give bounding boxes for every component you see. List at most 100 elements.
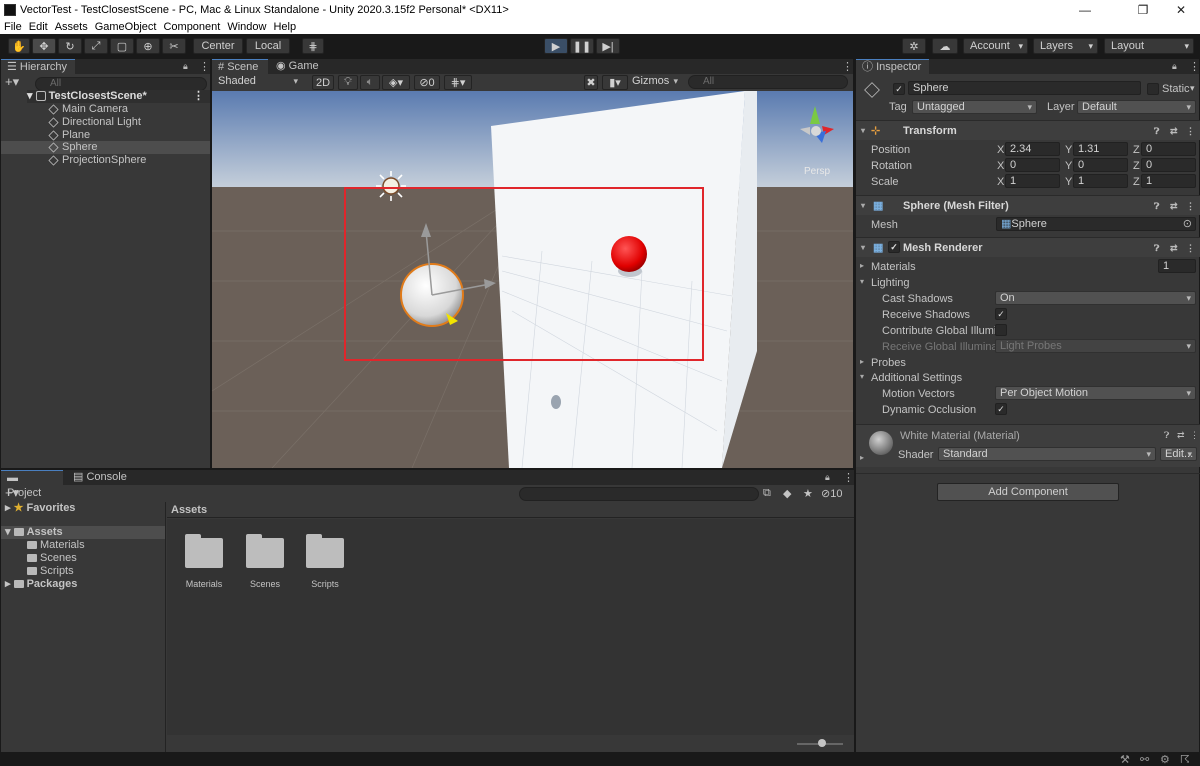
mesh-renderer-enabled-checkbox[interactable]: ✓: [888, 241, 900, 253]
object-picker-icon[interactable]: ⊙: [1183, 218, 1192, 230]
zoom-slider-handle[interactable]: [818, 739, 826, 747]
pause-button[interactable]: ❚❚: [570, 38, 594, 54]
asset-folder-materials[interactable]: Materials: [179, 534, 229, 594]
additional-foldout-icon[interactable]: ▾: [860, 372, 864, 381]
draw-mode-dropdown[interactable]: Shaded: [214, 75, 302, 89]
motion-vectors-dropdown[interactable]: Per Object Motion: [995, 386, 1196, 400]
contribute-gi-checkbox[interactable]: [995, 324, 1007, 336]
scene-root-row[interactable]: ▾ TestClosestScene* ⋮: [27, 90, 210, 103]
tree-folder-scenes[interactable]: Scenes: [27, 552, 77, 565]
foldout-arrow-icon[interactable]: ▾: [861, 243, 865, 252]
asset-folder-scenes[interactable]: Scenes: [240, 534, 290, 594]
preset-icon[interactable]: ⇄: [1177, 430, 1185, 441]
asset-folder-scripts[interactable]: Scripts: [300, 534, 350, 594]
tree-folder-scripts[interactable]: Scripts: [27, 565, 74, 578]
collab-icon[interactable]: ✲: [902, 38, 926, 54]
preset-icon[interactable]: ⇄: [1170, 243, 1178, 254]
project-search-input[interactable]: [519, 487, 759, 501]
foldout-arrow-icon[interactable]: ▾: [861, 201, 865, 210]
menu-file[interactable]: File: [0, 21, 25, 33]
red-sphere[interactable]: [611, 236, 647, 272]
rotation-x-field[interactable]: 0: [1005, 158, 1060, 172]
menu-window[interactable]: Window: [223, 21, 269, 33]
component-kebab-icon[interactable]: ⋮: [1186, 126, 1195, 137]
minimize-button[interactable]: —: [1062, 0, 1108, 19]
hierarchy-search-input[interactable]: All: [35, 77, 207, 91]
persp-label[interactable]: Persp: [804, 166, 831, 177]
mesh-filter-header[interactable]: ▾ ▦ Sphere (Mesh Filter) ❓︎ ⇄ ⋮: [856, 195, 1200, 215]
layout-dropdown[interactable]: Layout: [1104, 38, 1194, 54]
rotation-y-field[interactable]: 0: [1073, 158, 1128, 172]
scene-kebab-icon[interactable]: ⋮: [842, 60, 853, 73]
position-z-field[interactable]: 0: [1141, 142, 1196, 156]
assets-row[interactable]: ▾ Assets: [1, 526, 165, 539]
component-kebab-icon[interactable]: ⋮: [1186, 243, 1195, 254]
layers-dropdown[interactable]: Layers: [1033, 38, 1098, 54]
packages-row[interactable]: ▸ Packages: [5, 578, 77, 591]
cloud-icon[interactable]: ☁: [932, 38, 958, 54]
favorite-star-icon[interactable]: ★: [803, 487, 813, 500]
help-icon[interactable]: ❓︎: [1154, 126, 1159, 137]
menu-component[interactable]: Component: [159, 21, 223, 33]
tools-icon[interactable]: ✖: [584, 75, 598, 90]
rotate-tool-icon[interactable]: ↻: [58, 38, 82, 54]
object-name-field[interactable]: Sphere: [908, 81, 1141, 95]
menu-assets[interactable]: Assets: [51, 21, 91, 33]
tab-project[interactable]: ▬ Project: [1, 470, 63, 499]
favorites-row[interactable]: ▸ ★ Favorites: [5, 502, 75, 515]
scale-x-field[interactable]: 1: [1005, 174, 1060, 188]
gizmos-dropdown[interactable]: Gizmos: [628, 75, 682, 89]
probes-foldout-icon[interactable]: ▸: [860, 357, 864, 366]
hidden-packages-toggle[interactable]: ⊘10: [821, 487, 842, 500]
audio-toggle-icon[interactable]: 🔈︎: [360, 75, 380, 90]
tag-dropdown[interactable]: Untagged: [912, 100, 1037, 114]
play-button[interactable]: ▶: [544, 38, 568, 54]
tree-folder-materials[interactable]: Materials: [27, 539, 85, 552]
tab-game[interactable]: ◉ Game: [270, 59, 327, 74]
scale-tool-icon[interactable]: ⤢: [84, 38, 108, 54]
inspector-kebab-icon[interactable]: ⋮: [1189, 60, 1200, 73]
project-kebab-icon[interactable]: ⋮: [843, 471, 854, 484]
hierarchy-item-projection-sphere[interactable]: ProjectionSphere: [48, 154, 146, 167]
position-y-field[interactable]: 1.31: [1073, 142, 1128, 156]
mesh-object-field[interactable]: ▦Sphere ⊙: [996, 217, 1196, 231]
position-x-field[interactable]: 2.34: [1005, 142, 1060, 156]
pivot-center-button[interactable]: Center: [193, 38, 243, 54]
hand-tool-icon[interactable]: ✋: [8, 38, 30, 54]
static-checkbox[interactable]: [1147, 83, 1159, 95]
effects-dropdown-icon[interactable]: ◈▾: [382, 75, 410, 90]
material-foldout-icon[interactable]: ▸: [860, 453, 864, 462]
lighting-foldout-icon[interactable]: ▾: [860, 277, 864, 286]
diagnostics-icon[interactable]: ⚒: [1120, 753, 1130, 766]
create-plus-icon[interactable]: +▾: [5, 486, 19, 499]
hierarchy-item-main-camera[interactable]: Main Camera: [48, 103, 128, 116]
move-tool-icon[interactable]: ✥: [32, 38, 56, 54]
hierarchy-item-directional-light[interactable]: Directional Light: [48, 116, 141, 129]
hierarchy-item-sphere[interactable]: Sphere: [1, 141, 210, 154]
cast-shadows-dropdown[interactable]: On: [995, 291, 1196, 305]
scale-y-field[interactable]: 1: [1073, 174, 1128, 188]
tab-console[interactable]: ▤ Console: [67, 470, 135, 485]
receive-shadows-checkbox[interactable]: ✓: [995, 308, 1007, 320]
materials-count-field[interactable]: 1: [1158, 259, 1196, 273]
scale-z-field[interactable]: 1: [1141, 174, 1196, 188]
menu-edit[interactable]: Edit: [25, 21, 51, 33]
menu-help[interactable]: Help: [269, 21, 299, 33]
scene-kebab-icon[interactable]: ⋮: [193, 90, 204, 103]
rotation-z-field[interactable]: 0: [1141, 158, 1196, 172]
directional-light-gizmo-icon[interactable]: [376, 171, 406, 201]
mesh-renderer-header[interactable]: ▾ ▦ ✓ Mesh Renderer ❓︎ ⇄ ⋮: [856, 237, 1200, 257]
transform-tool-icon[interactable]: ⊕: [136, 38, 160, 54]
layer-dropdown[interactable]: Default: [1077, 100, 1196, 114]
component-kebab-icon[interactable]: ⋮: [1190, 430, 1199, 441]
transform-header[interactable]: ▾ ⊹ Transform ❓︎ ⇄ ⋮: [856, 120, 1200, 140]
network-icon[interactable]: ⚯: [1140, 753, 1149, 766]
help-icon[interactable]: ❓︎: [1164, 430, 1169, 441]
component-kebab-icon[interactable]: ⋮: [1186, 201, 1195, 212]
custom-tool-icon[interactable]: ✂: [162, 38, 186, 54]
search-by-label-icon[interactable]: ◆: [783, 487, 791, 500]
grid-snap-icon[interactable]: ⋕: [302, 38, 324, 54]
breadcrumb-assets[interactable]: Assets: [171, 504, 207, 516]
grid-dropdown-icon[interactable]: ⋕▾: [444, 75, 472, 90]
2d-toggle[interactable]: 2D: [312, 75, 334, 90]
